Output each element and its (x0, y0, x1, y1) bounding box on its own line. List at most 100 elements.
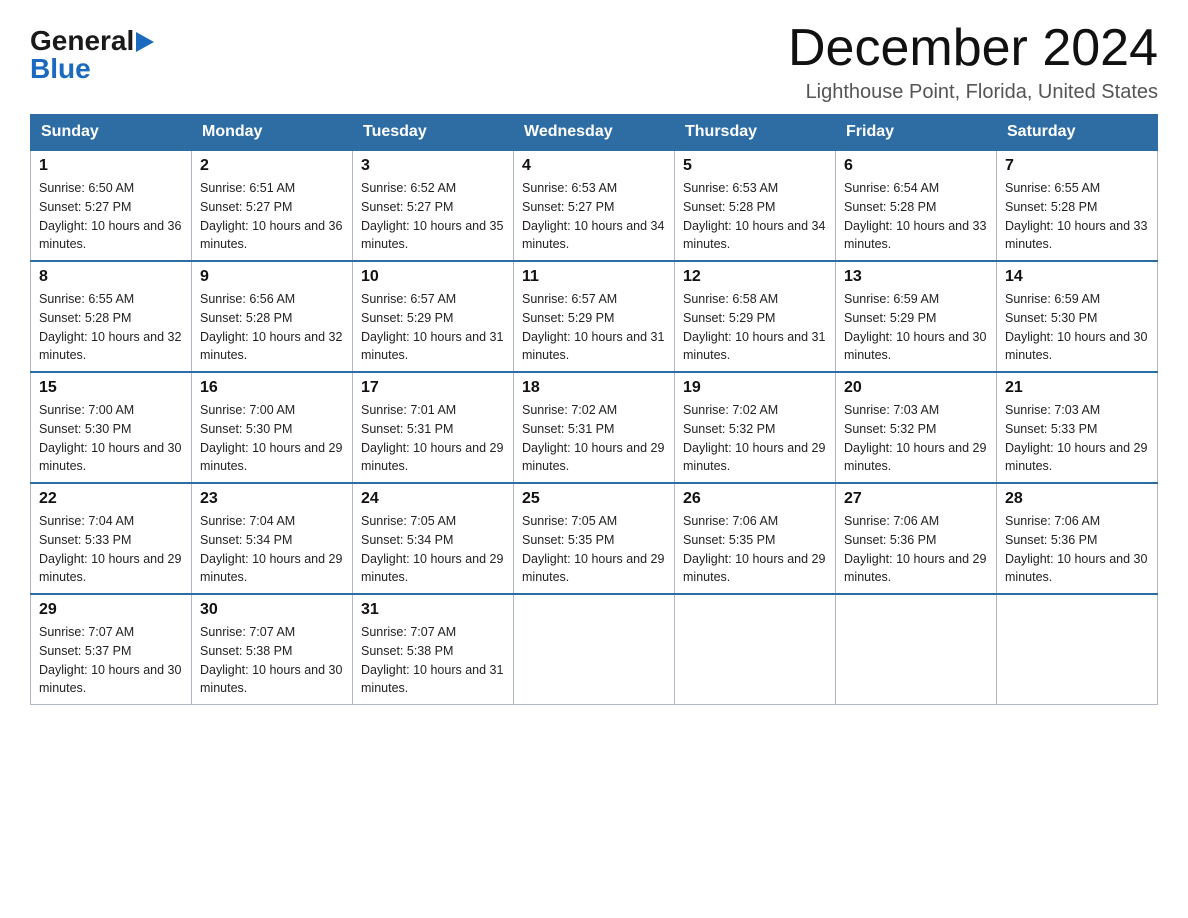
calendar-cell: 12Sunrise: 6:58 AMSunset: 5:29 PMDayligh… (675, 261, 836, 372)
calendar-cell: 15 Sunrise: 7:00 AMSunset: 5:30 PMDayligh… (31, 372, 192, 483)
day-number: 18 (522, 379, 666, 397)
weekday-header-tuesday: Tuesday (353, 115, 514, 151)
weekday-header-thursday: Thursday (675, 115, 836, 151)
day-info: Sunrise: 6:57 AMSunset: 5:29 PMDaylight:… (522, 290, 666, 365)
day-number: 28 (1005, 490, 1149, 508)
calendar-table: SundayMondayTuesdayWednesdayThursdayFrid… (30, 114, 1158, 705)
day-info: Sunrise: 6:59 AMSunset: 5:29 PMDaylight:… (844, 290, 988, 365)
day-info: Sunrise: 6:55 AMSunset: 5:28 PMDaylight:… (39, 290, 183, 365)
day-info: Sunrise: 7:07 AMSunset: 5:38 PMDaylight:… (361, 623, 505, 698)
calendar-cell: 27Sunrise: 7:06 AMSunset: 5:36 PMDayligh… (836, 483, 997, 594)
week-row-4: 22 Sunrise: 7:04 AMSunset: 5:33 PMDayligh… (31, 483, 1158, 594)
day-info: Sunrise: 7:06 AMSunset: 5:36 PMDaylight:… (1005, 512, 1149, 587)
calendar-cell: 30Sunrise: 7:07 AMSunset: 5:38 PMDayligh… (192, 594, 353, 705)
day-number: 23 (200, 490, 344, 508)
day-number: 3 (361, 157, 505, 175)
calendar-cell: 10 Sunrise: 6:57 AMSunset: 5:29 PMDayligh… (353, 261, 514, 372)
week-row-3: 15 Sunrise: 7:00 AMSunset: 5:30 PMDayligh… (31, 372, 1158, 483)
calendar-cell: 13Sunrise: 6:59 AMSunset: 5:29 PMDayligh… (836, 261, 997, 372)
calendar-cell: 22 Sunrise: 7:04 AMSunset: 5:33 PMDayligh… (31, 483, 192, 594)
calendar-cell: 6 Sunrise: 6:54 AMSunset: 5:28 PMDaylight… (836, 150, 997, 261)
day-info: Sunrise: 6:53 AMSunset: 5:27 PMDaylight:… (522, 179, 666, 254)
day-info: Sunrise: 7:05 AMSunset: 5:34 PMDaylight:… (361, 512, 505, 587)
day-info: Sunrise: 7:05 AMSunset: 5:35 PMDaylight:… (522, 512, 666, 587)
day-info: Sunrise: 6:59 AMSunset: 5:30 PMDaylight:… (1005, 290, 1149, 365)
day-number: 25 (522, 490, 666, 508)
day-number: 27 (844, 490, 988, 508)
day-info: Sunrise: 7:04 AMSunset: 5:33 PMDaylight:… (39, 512, 183, 587)
day-info: Sunrise: 7:03 AMSunset: 5:32 PMDaylight:… (844, 401, 988, 476)
weekday-header-saturday: Saturday (997, 115, 1158, 151)
weekday-header-friday: Friday (836, 115, 997, 151)
day-info: Sunrise: 6:52 AMSunset: 5:27 PMDaylight:… (361, 179, 505, 254)
calendar-cell: 5 Sunrise: 6:53 AMSunset: 5:28 PMDaylight… (675, 150, 836, 261)
day-number: 7 (1005, 157, 1149, 175)
day-number: 10 (361, 268, 505, 286)
calendar-cell (514, 594, 675, 705)
calendar-cell: 7 Sunrise: 6:55 AMSunset: 5:28 PMDaylight… (997, 150, 1158, 261)
day-number: 2 (200, 157, 344, 175)
day-number: 14 (1005, 268, 1149, 286)
day-info: Sunrise: 7:02 AMSunset: 5:32 PMDaylight:… (683, 401, 827, 476)
day-info: Sunrise: 6:56 AMSunset: 5:28 PMDaylight:… (200, 290, 344, 365)
week-row-5: 29 Sunrise: 7:07 AMSunset: 5:37 PMDayligh… (31, 594, 1158, 705)
calendar-cell: 3 Sunrise: 6:52 AMSunset: 5:27 PMDaylight… (353, 150, 514, 261)
day-number: 16 (200, 379, 344, 397)
day-info: Sunrise: 6:57 AMSunset: 5:29 PMDaylight:… (361, 290, 505, 365)
day-info: Sunrise: 6:54 AMSunset: 5:28 PMDaylight:… (844, 179, 988, 254)
weekday-header-wednesday: Wednesday (514, 115, 675, 151)
day-number: 22 (39, 490, 183, 508)
calendar-cell: 25 Sunrise: 7:05 AMSunset: 5:35 PMDayligh… (514, 483, 675, 594)
day-number: 12 (683, 268, 827, 286)
logo-blue-text: Blue (30, 53, 91, 85)
week-row-2: 8 Sunrise: 6:55 AMSunset: 5:28 PMDaylight… (31, 261, 1158, 372)
day-info: Sunrise: 7:00 AMSunset: 5:30 PMDaylight:… (200, 401, 344, 476)
calendar-cell: 29 Sunrise: 7:07 AMSunset: 5:37 PMDayligh… (31, 594, 192, 705)
week-row-1: 1 Sunrise: 6:50 AMSunset: 5:27 PMDaylight… (31, 150, 1158, 261)
calendar-cell: 8 Sunrise: 6:55 AMSunset: 5:28 PMDaylight… (31, 261, 192, 372)
day-info: Sunrise: 7:07 AMSunset: 5:37 PMDaylight:… (39, 623, 183, 698)
day-number: 15 (39, 379, 183, 397)
calendar-cell: 14 Sunrise: 6:59 AMSunset: 5:30 PMDayligh… (997, 261, 1158, 372)
calendar-cell: 28 Sunrise: 7:06 AMSunset: 5:36 PMDayligh… (997, 483, 1158, 594)
day-info: Sunrise: 6:55 AMSunset: 5:28 PMDaylight:… (1005, 179, 1149, 254)
weekday-header-row: SundayMondayTuesdayWednesdayThursdayFrid… (31, 115, 1158, 151)
day-number: 8 (39, 268, 183, 286)
day-number: 29 (39, 601, 183, 619)
day-number: 5 (683, 157, 827, 175)
calendar-cell: 9 Sunrise: 6:56 AMSunset: 5:28 PMDaylight… (192, 261, 353, 372)
day-number: 19 (683, 379, 827, 397)
logo-arrow-icon (136, 28, 158, 56)
day-number: 6 (844, 157, 988, 175)
calendar-cell: 1 Sunrise: 6:50 AMSunset: 5:27 PMDaylight… (31, 150, 192, 261)
calendar-cell: 20 Sunrise: 7:03 AMSunset: 5:32 PMDayligh… (836, 372, 997, 483)
title-block: December 2024 Lighthouse Point, Florida,… (788, 20, 1158, 104)
day-info: Sunrise: 6:53 AMSunset: 5:28 PMDaylight:… (683, 179, 827, 254)
day-number: 1 (39, 157, 183, 175)
calendar-cell: 11 Sunrise: 6:57 AMSunset: 5:29 PMDayligh… (514, 261, 675, 372)
calendar-cell (836, 594, 997, 705)
day-info: Sunrise: 7:03 AMSunset: 5:33 PMDaylight:… (1005, 401, 1149, 476)
calendar-cell: 23Sunrise: 7:04 AMSunset: 5:34 PMDayligh… (192, 483, 353, 594)
calendar-cell: 21 Sunrise: 7:03 AMSunset: 5:33 PMDayligh… (997, 372, 1158, 483)
calendar-cell: 19 Sunrise: 7:02 AMSunset: 5:32 PMDayligh… (675, 372, 836, 483)
day-number: 9 (200, 268, 344, 286)
calendar-cell: 18Sunrise: 7:02 AMSunset: 5:31 PMDayligh… (514, 372, 675, 483)
logo: General Blue (30, 20, 158, 85)
day-number: 21 (1005, 379, 1149, 397)
day-number: 17 (361, 379, 505, 397)
day-info: Sunrise: 7:01 AMSunset: 5:31 PMDaylight:… (361, 401, 505, 476)
day-number: 26 (683, 490, 827, 508)
day-number: 30 (200, 601, 344, 619)
day-number: 24 (361, 490, 505, 508)
day-number: 31 (361, 601, 505, 619)
day-info: Sunrise: 7:00 AMSunset: 5:30 PMDaylight:… (39, 401, 183, 476)
calendar-cell: 2Sunrise: 6:51 AMSunset: 5:27 PMDaylight… (192, 150, 353, 261)
day-number: 20 (844, 379, 988, 397)
day-number: 4 (522, 157, 666, 175)
calendar-cell: 16 Sunrise: 7:00 AMSunset: 5:30 PMDayligh… (192, 372, 353, 483)
day-info: Sunrise: 6:50 AMSunset: 5:27 PMDaylight:… (39, 179, 183, 254)
calendar-cell (675, 594, 836, 705)
day-number: 11 (522, 268, 666, 286)
calendar-cell: 26Sunrise: 7:06 AMSunset: 5:35 PMDayligh… (675, 483, 836, 594)
